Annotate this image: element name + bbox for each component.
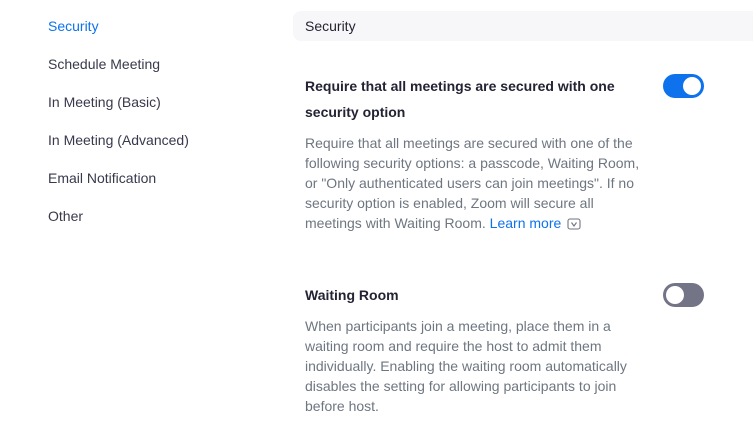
sidebar-item-email-notification[interactable]: Email Notification [48,168,156,188]
require-security-toggle[interactable] [663,74,704,98]
setting-description-waiting-room: When participants join a meeting, place … [305,318,627,414]
sidebar-item-schedule-meeting[interactable]: Schedule Meeting [48,54,160,74]
toggle-knob [666,286,684,304]
setting-description-text: Require that all meetings are secured wi… [305,135,640,231]
setting-description-require-security: Require that all meetings are secured wi… [305,133,650,236]
sidebar-item-security[interactable]: Security [48,16,99,36]
section-header: Security [293,11,753,41]
sidebar-item-in-meeting-basic[interactable]: In Meeting (Basic) [48,92,161,112]
waiting-room-toggle[interactable] [663,283,704,307]
external-link-icon[interactable] [567,216,581,236]
toggle-knob [683,77,701,95]
learn-more-link[interactable]: Learn more [490,215,562,231]
settings-sidebar: Security Schedule Meeting In Meeting (Ba… [0,0,270,424]
section-title: Security [305,18,356,34]
setting-title-waiting-room: Waiting Room [305,287,399,303]
setting-title-require-security: Require that all meetings are secured wi… [305,78,615,120]
sidebar-item-other[interactable]: Other [48,206,83,226]
sidebar-item-in-meeting-advanced[interactable]: In Meeting (Advanced) [48,130,189,150]
